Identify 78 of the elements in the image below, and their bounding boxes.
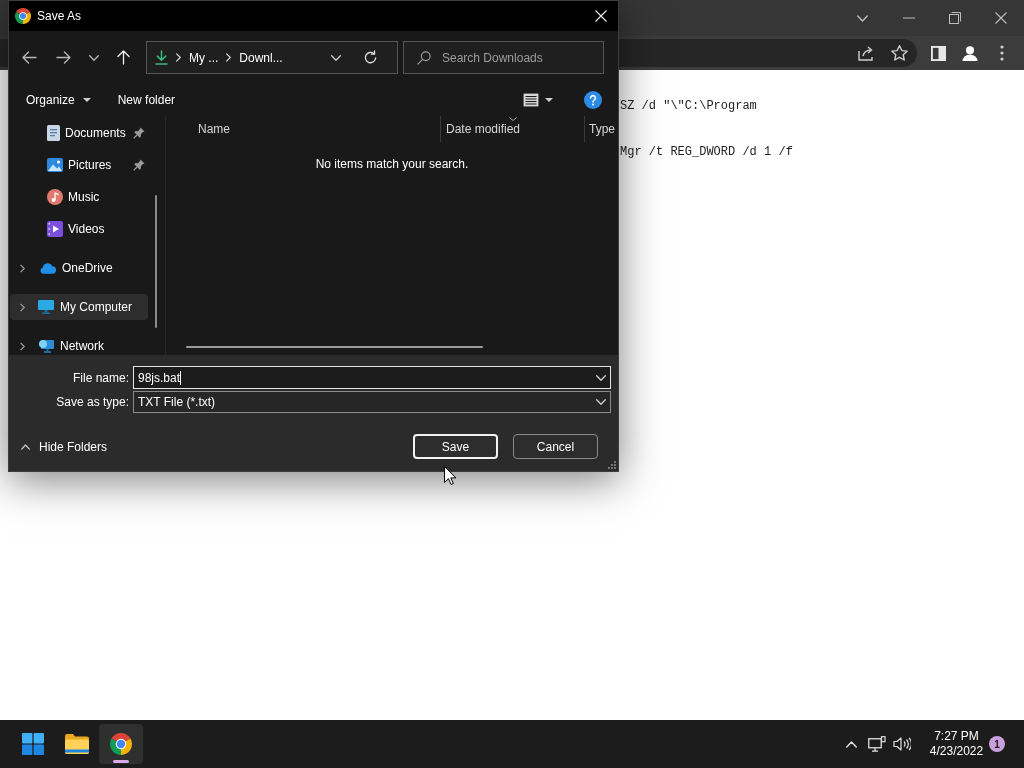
hide-folders-button[interactable]: Hide Folders bbox=[21, 439, 108, 454]
dialog-button[interactable]: Cancel bbox=[513, 434, 598, 459]
taskbar-button[interactable] bbox=[99, 724, 143, 764]
sidebar-item[interactable]: Network bbox=[10, 333, 148, 355]
clock-time: 7:27 PM bbox=[934, 729, 979, 744]
mouse-cursor-icon bbox=[444, 466, 456, 485]
chevron-right-icon bbox=[176, 53, 181, 62]
sidebar-item[interactable]: Pictures bbox=[10, 149, 149, 181]
speaker-icon[interactable] bbox=[892, 737, 911, 751]
code-line: Mgr /t REG_DWORD /d 1 /f bbox=[620, 144, 793, 160]
toolbar-menu-button[interactable]: Organize bbox=[17, 86, 100, 114]
field-label: Save as type: bbox=[56, 395, 129, 409]
download-icon bbox=[155, 50, 168, 65]
picture-icon bbox=[47, 158, 63, 172]
chevron-down-icon[interactable] bbox=[331, 54, 341, 61]
toolbar-button[interactable]: New folder bbox=[108, 86, 185, 114]
four-squares-icon[interactable] bbox=[22, 733, 44, 755]
text-cursor-icon bbox=[180, 370, 182, 385]
music-note-icon bbox=[47, 189, 63, 205]
list-view-icon[interactable] bbox=[523, 93, 539, 107]
scrollbar-thumb[interactable] bbox=[155, 195, 157, 328]
column-header[interactable]: Type bbox=[584, 116, 618, 142]
search-field[interactable]: Search Downloads bbox=[403, 41, 604, 74]
caret-down-icon bbox=[82, 98, 91, 102]
clock-date: 4/23/2022 bbox=[929, 744, 984, 759]
share-icon[interactable] bbox=[858, 45, 876, 61]
more-menu-icon[interactable] bbox=[1000, 45, 1004, 61]
chevron-right-icon[interactable] bbox=[19, 263, 25, 273]
resize-grip-icon bbox=[608, 461, 616, 469]
column-header[interactable]: Name bbox=[166, 116, 440, 142]
chevron-right-icon[interactable] bbox=[19, 341, 25, 351]
restore-icon[interactable] bbox=[949, 12, 961, 24]
file-type-dropdown[interactable]: TXT File (*.txt) bbox=[133, 391, 611, 413]
chevron-right-icon[interactable] bbox=[19, 302, 25, 312]
arrow-left-icon[interactable] bbox=[21, 51, 37, 64]
close-icon[interactable] bbox=[995, 12, 1007, 24]
chevron-down-icon bbox=[596, 399, 606, 405]
empty-message: No items match your search. bbox=[315, 157, 469, 171]
star-icon[interactable] bbox=[890, 45, 908, 61]
folder-icon[interactable] bbox=[65, 734, 89, 754]
arrow-right-icon[interactable] bbox=[55, 51, 71, 64]
breadcrumb-item[interactable]: My ... bbox=[189, 50, 219, 65]
sidebar-item[interactable]: Music bbox=[10, 181, 149, 213]
chevron-down-icon[interactable] bbox=[856, 14, 868, 22]
monitor-icon[interactable] bbox=[867, 736, 886, 752]
caret-down-icon bbox=[545, 98, 553, 102]
chevron-right-icon bbox=[226, 53, 232, 62]
help-icon[interactable] bbox=[584, 91, 602, 109]
person-icon[interactable] bbox=[961, 45, 979, 61]
column-header[interactable]: Date modified bbox=[440, 116, 584, 142]
chevron-down-icon bbox=[596, 374, 606, 381]
horizontal-scrollbar-thumb[interactable] bbox=[186, 346, 483, 348]
browser-logo-icon[interactable] bbox=[110, 733, 132, 755]
dialog-button[interactable]: Save bbox=[413, 434, 498, 459]
sidebar-item[interactable]: OneDrive bbox=[10, 255, 148, 281]
notification-badge[interactable]: 1 bbox=[989, 736, 1005, 752]
sidebar-item[interactable]: Videos bbox=[10, 213, 149, 245]
breadcrumb-item[interactable]: Downl... bbox=[239, 50, 283, 65]
chevron-up-icon bbox=[21, 443, 30, 450]
address-box[interactable]: My ... Downl... bbox=[146, 41, 398, 74]
monitor-icon bbox=[38, 300, 54, 314]
code-line: SZ /d "\"C:\Program bbox=[620, 98, 757, 114]
video-icon bbox=[47, 221, 63, 237]
search-icon bbox=[417, 50, 431, 65]
chevron-down-icon[interactable] bbox=[89, 54, 99, 61]
sidebar-item[interactable]: My Computer bbox=[10, 294, 148, 320]
network-monitor-icon bbox=[38, 339, 54, 353]
field-label: File name: bbox=[72, 370, 129, 385]
chevron-up-icon[interactable] bbox=[846, 740, 857, 748]
arrow-up-icon[interactable] bbox=[116, 50, 130, 65]
document-icon bbox=[47, 125, 60, 141]
browser-logo-icon bbox=[15, 8, 31, 24]
cloud-icon bbox=[38, 262, 56, 274]
file-name-field[interactable]: 98js.bat bbox=[133, 366, 611, 389]
dialog-title: Save As bbox=[37, 9, 82, 23]
side-panel-icon[interactable] bbox=[930, 45, 946, 61]
refresh-icon[interactable] bbox=[362, 50, 378, 65]
sidebar-item[interactable]: Documents bbox=[10, 117, 149, 149]
